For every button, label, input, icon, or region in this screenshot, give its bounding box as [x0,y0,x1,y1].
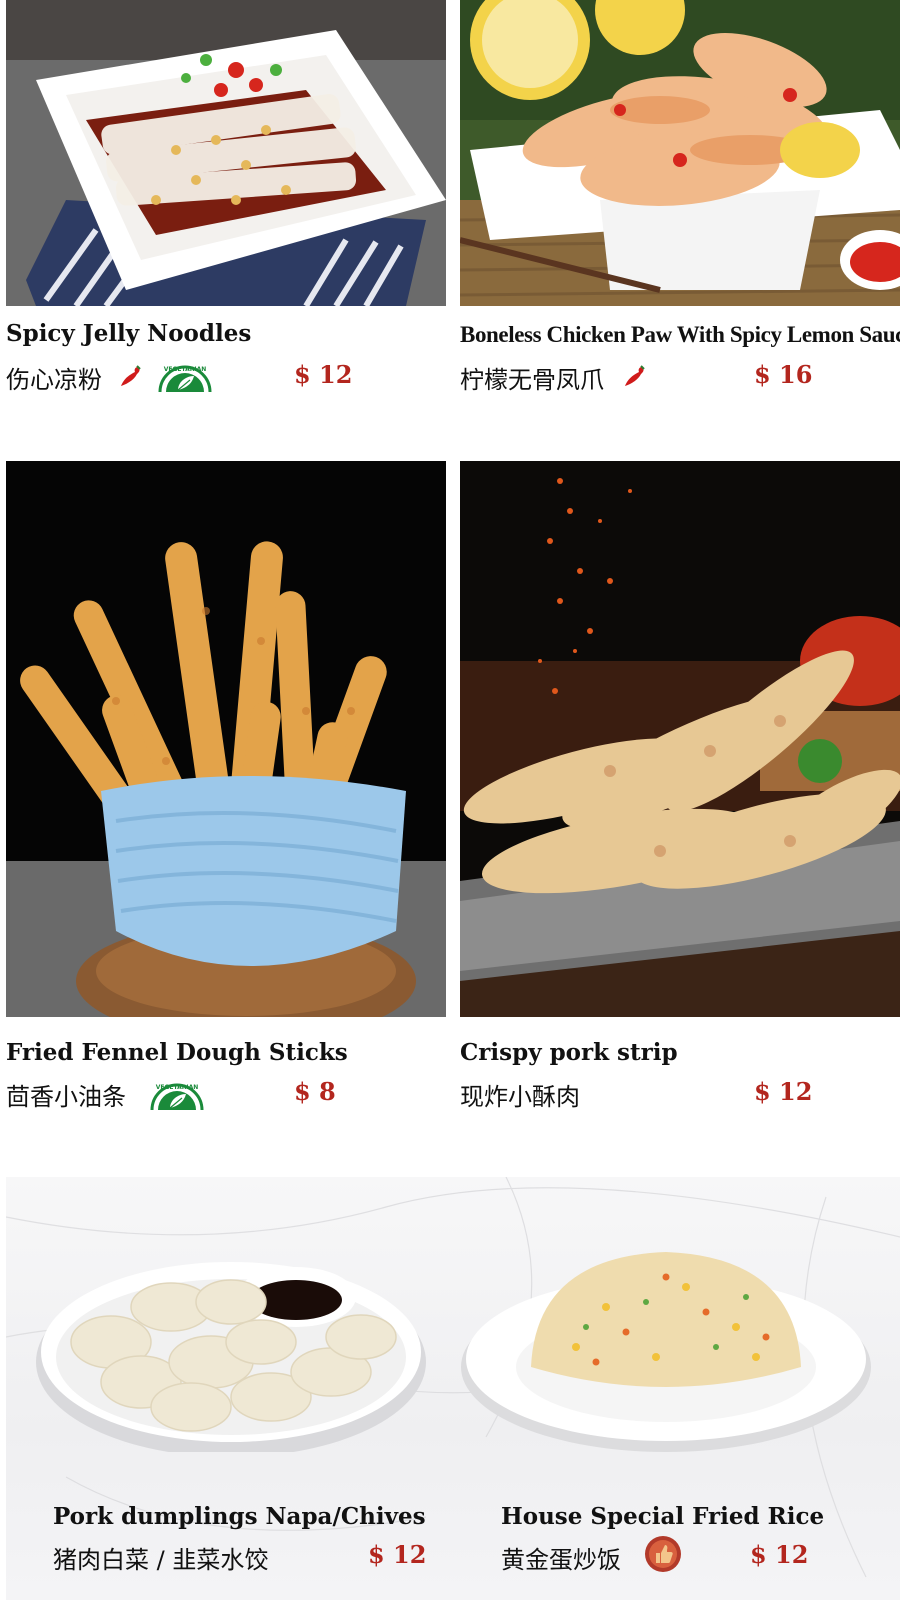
thumbs-up-recommend-icon [645,1536,681,1572]
dish-price: $ 12 [294,360,353,389]
dish-name-cn: 伤心凉粉 [6,366,102,394]
menu-card-dough-sticks[interactable]: Fried Fennel Dough Sticks 茴香小油条 VEGETARI… [6,461,446,1121]
dish-price: $ 8 [294,1077,336,1106]
dish-price: $ 16 [754,360,813,389]
menu-card-chicken-paw[interactable]: Boneless Chicken Paw With Spicy Lemon Sa… [460,0,900,420]
dough-sticks-photo [6,461,446,1017]
dish-name-cn: 柠檬无骨凤爪 [460,366,604,394]
dish-price: $ 12 [750,1540,809,1569]
dish-name: Pork dumplings Napa/Chives [53,1503,426,1530]
dish-name: House Special Fried Rice [501,1503,825,1530]
dish-name-cn: 现炸小酥肉 [460,1083,580,1111]
svg-text:VEGETARIAN: VEGETARIAN [156,1084,199,1091]
marble-panel: Pork dumplings Napa/Chives 猪肉白菜 / 韭菜水饺 $… [6,1177,900,1600]
crispy-pork-photo [460,461,900,1017]
chili-pepper-icon [625,365,645,386]
fried-rice-photo [461,1252,871,1452]
dish-name: Crispy pork strip [460,1039,678,1066]
menu-card-spicy-jelly-noodles[interactable]: Spicy Jelly Noodles 伤心凉粉 VEGETARIAN $ 12 [6,0,446,420]
dumplings-photo [36,1262,426,1452]
spicy-jelly-noodles-photo [6,0,446,306]
svg-text:VEGETARIAN: VEGETARIAN [164,366,207,373]
vegetarian-badge-icon: VEGETARIAN [158,365,212,393]
chili-pepper-icon [121,365,141,386]
dish-name-cn: 茴香小油条 [6,1083,126,1111]
dish-name: Spicy Jelly Noodles [6,320,252,347]
menu-card-dumplings[interactable]: Pork dumplings Napa/Chives 猪肉白菜 / 韭菜水饺 $… [6,1177,446,1600]
dish-name-cn: 黄金蛋炒饭 [501,1546,621,1574]
dish-price: $ 12 [368,1540,427,1569]
dish-price: $ 12 [754,1077,813,1106]
vegetarian-badge-icon: VEGETARIAN [150,1083,204,1111]
menu-card-fried-rice[interactable]: House Special Fried Rice 黄金蛋炒饭 $ 12 [446,1177,900,1600]
chicken-paw-photo [460,0,900,306]
menu-card-crispy-pork[interactable]: Crispy pork strip 现炸小酥肉 $ 12 [460,461,900,1121]
dish-name: Fried Fennel Dough Sticks [6,1039,348,1066]
dish-name-cn: 猪肉白菜 / 韭菜水饺 [53,1546,269,1574]
dish-name: Boneless Chicken Paw With Spicy Lemon Sa… [460,322,900,347]
